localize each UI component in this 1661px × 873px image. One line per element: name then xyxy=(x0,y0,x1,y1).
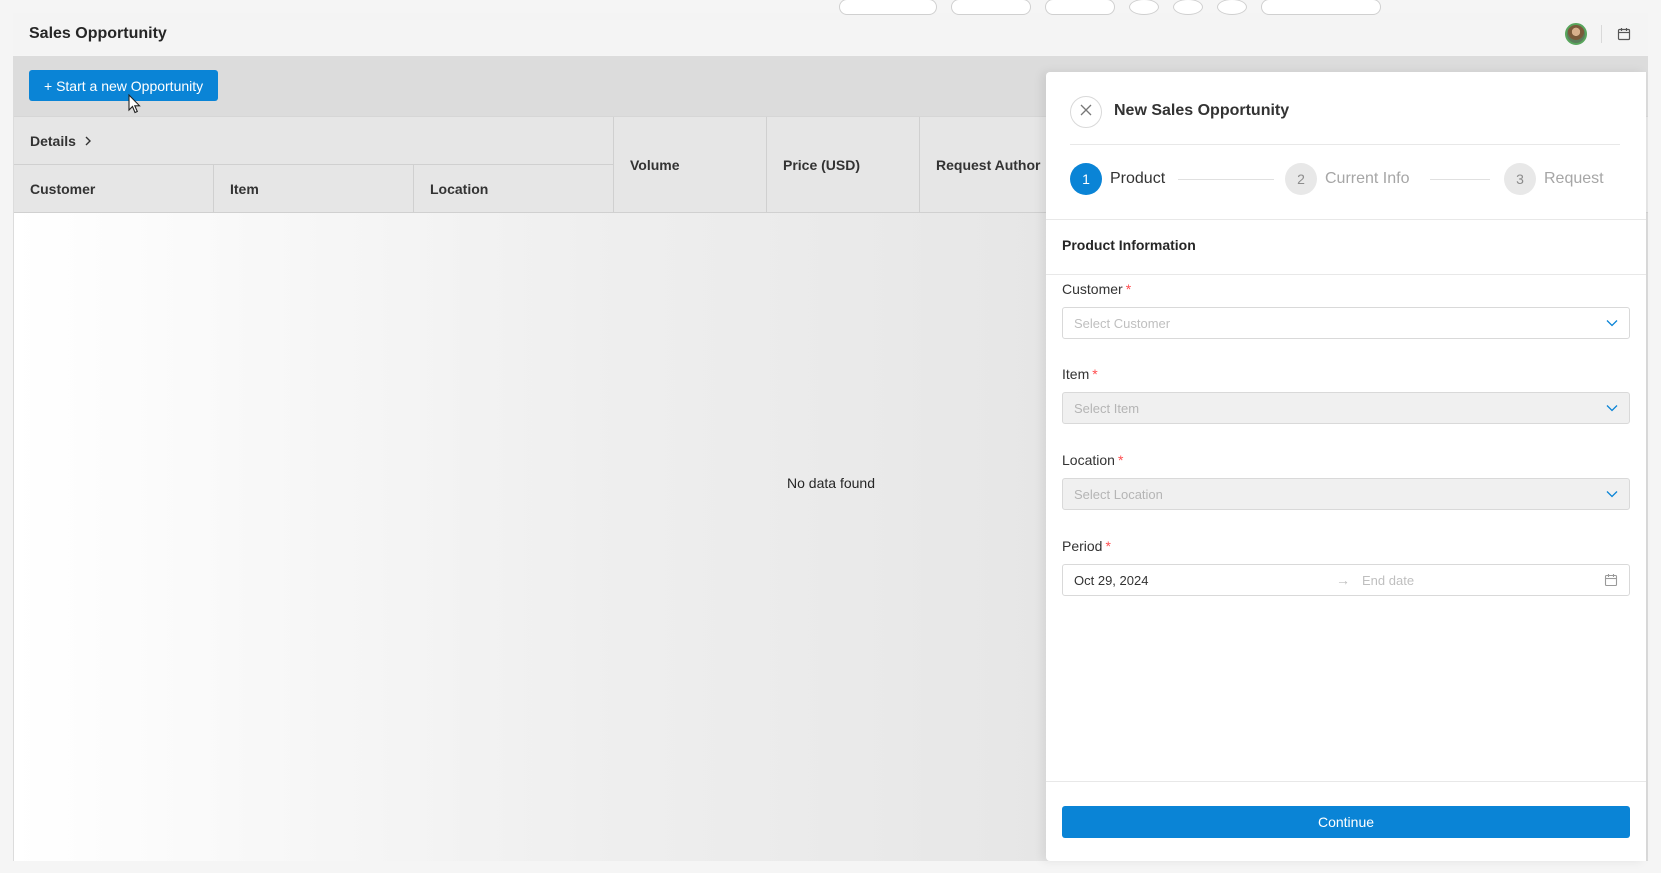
column-header-location[interactable]: Location xyxy=(414,165,614,213)
details-group-header[interactable]: Details xyxy=(14,117,614,165)
step-number: 1 xyxy=(1070,163,1102,195)
step-current-info[interactable]: 2 Current Info xyxy=(1285,163,1409,195)
close-drawer-button[interactable] xyxy=(1070,96,1102,128)
continue-button[interactable]: Continue xyxy=(1062,806,1630,838)
chevron-right-icon xyxy=(84,133,92,149)
required-mark: * xyxy=(1105,538,1111,554)
required-mark: * xyxy=(1117,452,1124,468)
toolbar-pill[interactable] xyxy=(1129,0,1159,15)
divider xyxy=(1070,144,1620,145)
column-header-volume[interactable]: Volume xyxy=(614,117,767,213)
drawer-header: New Sales Opportunity 1 Product 2 Curren… xyxy=(1046,72,1646,220)
start-new-opportunity-button[interactable]: + Start a new Opportunity xyxy=(29,70,219,101)
column-header-item[interactable]: Item xyxy=(214,165,414,213)
column-header-price[interactable]: Price (USD) xyxy=(767,117,920,213)
column-header-customer[interactable]: Customer xyxy=(14,165,214,213)
period-end-date[interactable]: End date xyxy=(1362,573,1414,588)
location-label: Location * xyxy=(1062,452,1123,468)
item-label-text: Item xyxy=(1062,366,1090,382)
item-select[interactable]: Select Item xyxy=(1062,392,1630,424)
top-toolbar-pills xyxy=(839,0,1381,15)
chevron-down-icon xyxy=(1606,490,1618,498)
step-label: Current Info xyxy=(1325,170,1410,187)
toolbar-pill[interactable] xyxy=(1173,0,1203,15)
chevron-down-icon xyxy=(1606,319,1618,327)
customer-placeholder: Select Customer xyxy=(1074,315,1171,331)
step-connector xyxy=(1178,179,1274,180)
divider xyxy=(1601,25,1602,43)
step-number: 2 xyxy=(1285,163,1317,195)
step-connector xyxy=(1430,179,1490,180)
period-range-picker[interactable]: Oct 29, 2024 → End date xyxy=(1062,564,1630,596)
step-label: Request xyxy=(1544,170,1604,187)
required-mark: * xyxy=(1092,366,1098,382)
toolbar-pill[interactable] xyxy=(1217,0,1247,15)
item-placeholder: Select Item xyxy=(1074,400,1140,416)
step-request[interactable]: 3 Request xyxy=(1504,163,1604,195)
new-opportunity-drawer: New Sales Opportunity 1 Product 2 Curren… xyxy=(1046,72,1646,861)
customer-label: Customer * xyxy=(1062,281,1131,297)
details-group-label: Details xyxy=(30,132,76,149)
page-title: Sales Opportunity xyxy=(29,25,167,42)
page: Sales Opportunity + Start a new Opportun… xyxy=(0,0,1661,873)
location-select[interactable]: Select Location xyxy=(1062,478,1630,510)
period-label-text: Period xyxy=(1062,538,1103,554)
calendar-icon xyxy=(1604,573,1618,587)
toolbar-pill[interactable] xyxy=(1045,0,1115,15)
step-label: Product xyxy=(1110,170,1166,187)
toolbar-pill[interactable] xyxy=(951,0,1031,15)
arrow-right-icon: → xyxy=(1336,572,1350,588)
required-mark: * xyxy=(1125,281,1132,297)
step-number: 3 xyxy=(1504,163,1536,195)
top-bar: Sales Opportunity xyxy=(13,0,1648,55)
close-icon xyxy=(1080,103,1092,121)
top-right-actions xyxy=(1565,23,1632,45)
toolbar-pill[interactable] xyxy=(1261,0,1381,15)
drawer-title: New Sales Opportunity xyxy=(1114,102,1290,119)
period-label: Period * xyxy=(1062,538,1111,554)
chevron-down-icon xyxy=(1606,404,1618,412)
section-title: Product Information xyxy=(1062,237,1196,253)
divider xyxy=(1046,274,1646,275)
step-product[interactable]: 1 Product xyxy=(1070,163,1165,195)
toolbar-pill[interactable] xyxy=(839,0,937,15)
customer-label-text: Customer xyxy=(1062,281,1123,297)
customer-select[interactable]: Select Customer xyxy=(1062,307,1630,339)
calendar-icon[interactable] xyxy=(1616,26,1632,42)
location-label-text: Location xyxy=(1062,452,1115,468)
drawer-footer: Continue xyxy=(1046,781,1646,861)
location-placeholder: Select Location xyxy=(1074,486,1163,502)
item-label: Item * xyxy=(1062,366,1098,382)
period-start-date[interactable]: Oct 29, 2024 xyxy=(1074,573,1336,588)
stepper: 1 Product 2 Current Info 3 Request xyxy=(1070,163,1622,195)
user-avatar[interactable] xyxy=(1565,23,1587,45)
